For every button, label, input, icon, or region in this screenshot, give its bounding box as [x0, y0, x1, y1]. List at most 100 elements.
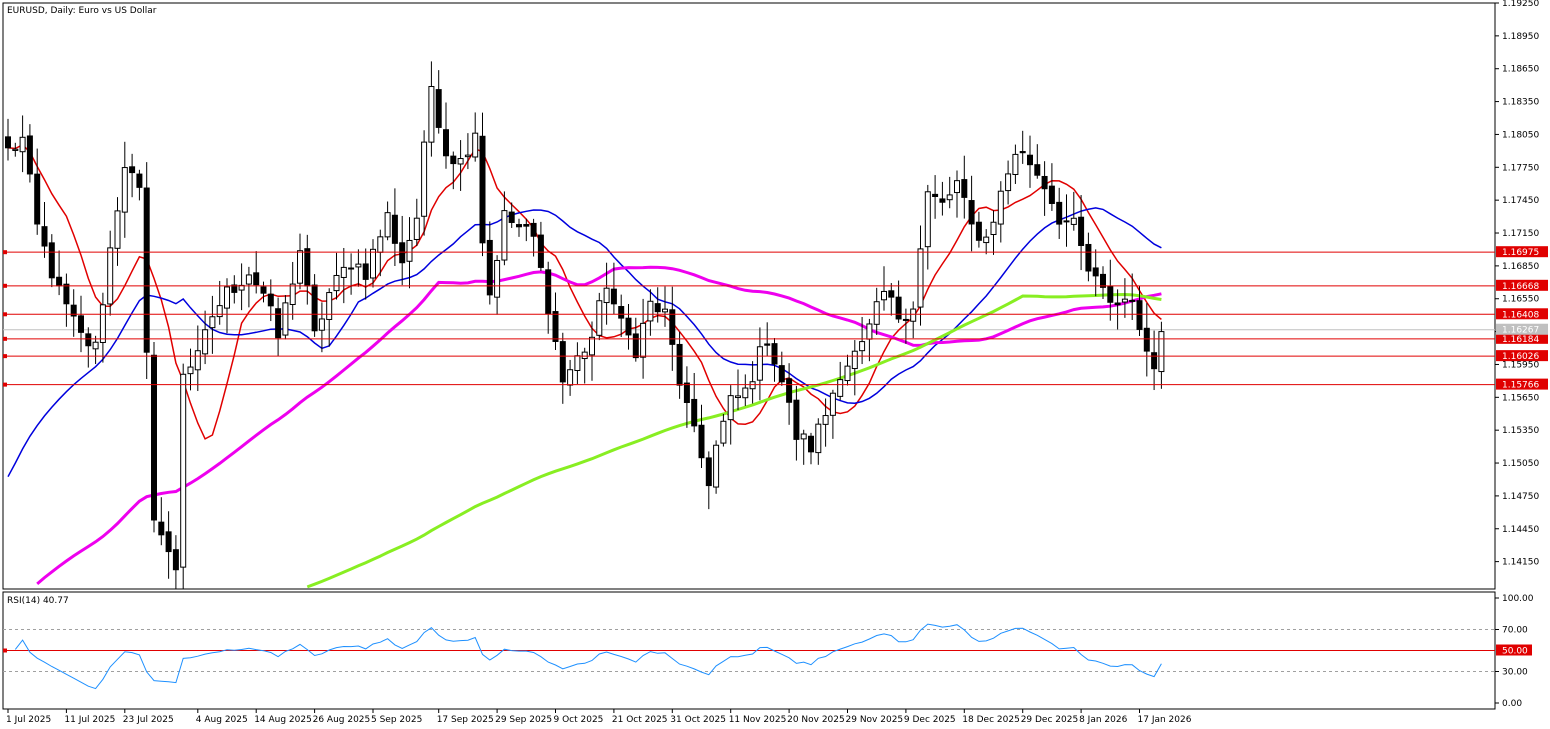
candle-body-down: [610, 288, 617, 305]
candle-body-up: [567, 369, 574, 386]
candle-body-down: [267, 293, 274, 307]
candle-body-up: [910, 308, 917, 322]
candle-body-up: [822, 415, 829, 425]
candle-body-down: [275, 308, 282, 339]
y-tick-label: 1.18950: [1502, 32, 1539, 42]
candle-body-down: [486, 239, 493, 296]
candle-body-up: [245, 274, 252, 285]
candle-body-up: [851, 350, 858, 370]
candle-body-down: [698, 424, 705, 459]
candle-body-up: [574, 355, 581, 371]
candle-body-up: [983, 236, 990, 244]
candle-body-up: [282, 302, 289, 336]
chart-window: 1.16975 1.16668 1.16408 1.16184 1.16026 1.157…: [0, 0, 1550, 729]
candle-body-up: [844, 365, 851, 382]
candle-body-up: [472, 132, 479, 158]
candle-body-down: [311, 284, 318, 332]
candle-body-up: [881, 290, 887, 301]
candle-body-down: [1151, 352, 1158, 370]
candle-body-down: [85, 333, 92, 347]
candle-body-down: [34, 173, 41, 225]
candle-body-down: [1027, 154, 1033, 166]
candle-body-down: [559, 341, 566, 383]
rsi-y-tick-label: 70.00: [1502, 626, 1528, 636]
candle-body-up: [209, 316, 216, 329]
candle-body-down: [545, 269, 552, 315]
y-tick-label: 1.14150: [1502, 558, 1539, 568]
candle-body-down: [158, 521, 165, 536]
x-tick-label: 5 Sep 2025: [371, 715, 422, 725]
candle-body-up: [1158, 331, 1165, 373]
candle-body-down: [523, 224, 530, 227]
candle-body-up: [829, 392, 836, 416]
candle-body-up: [377, 236, 384, 253]
candle-body-down: [895, 296, 902, 320]
rsi-y-tick-label: 0.00: [1502, 699, 1522, 709]
candle-body-down: [129, 166, 136, 174]
candle-body-down: [516, 224, 522, 228]
candle-body-up: [742, 387, 749, 399]
candle-body-up: [114, 210, 121, 249]
candle-body-up: [297, 250, 303, 284]
x-tick-label: 18 Dec 2025: [962, 715, 1020, 725]
candle-body-up: [318, 318, 325, 331]
candle-body-down: [41, 226, 48, 247]
candle-body-down: [391, 214, 398, 244]
rsi-level-label: 50.00: [1502, 647, 1528, 657]
candle-body-up: [421, 141, 428, 217]
x-tick-label: 14 Aug 2025: [254, 715, 312, 725]
candle-body-up: [370, 248, 376, 279]
y-tick-label: 1.15650: [1502, 393, 1539, 403]
eurusd-daily-chart[interactable]: 1.169751.166681.164081.161841.160261.157…: [0, 0, 1550, 729]
level-price-label: 1.16975: [1502, 248, 1539, 258]
candle: [151, 341, 157, 533]
candle-body-up: [180, 373, 187, 568]
candle-body-up: [428, 86, 435, 143]
candle-body-down: [450, 155, 457, 165]
level-anchor-marker[interactable]: [3, 250, 7, 255]
candle-body-down: [1085, 243, 1092, 272]
candle-body-up: [990, 221, 997, 236]
x-tick-label: 9 Oct 2025: [554, 715, 604, 725]
x-tick-label: 29 Sep 2025: [495, 715, 552, 725]
candle-body-up: [924, 191, 931, 248]
candle-body-down: [78, 315, 84, 333]
y-tick-label: 1.18050: [1502, 130, 1539, 140]
candle-body-up: [202, 329, 209, 355]
candle-body-down: [56, 276, 63, 287]
candle-body-down: [172, 549, 179, 571]
candle-body-up: [581, 351, 588, 360]
candle-body-down: [530, 222, 537, 237]
candle-body-down: [683, 382, 690, 403]
candle-body-down: [961, 179, 968, 198]
candle-body-down: [399, 242, 406, 264]
level-anchor-marker[interactable]: [3, 312, 7, 317]
candle-body-down: [1107, 285, 1114, 303]
level-anchor-marker[interactable]: [3, 382, 7, 387]
candle-body-up: [1005, 173, 1012, 192]
candle-body-down: [793, 399, 800, 440]
candle-body-down: [1019, 151, 1026, 154]
y-tick-label: 1.17450: [1502, 196, 1539, 206]
y-tick-label: 1.19250: [1502, 0, 1539, 9]
candle-body-down: [1048, 185, 1055, 204]
candle-body-down: [435, 89, 442, 128]
candle-body-up: [1070, 217, 1077, 225]
candle-body-down: [1056, 201, 1063, 225]
candle-body-down: [151, 354, 157, 521]
candle-body-down: [1114, 302, 1121, 306]
candle-body-up: [954, 180, 960, 194]
candle-body-down: [479, 135, 486, 244]
candle-body-down: [618, 306, 625, 319]
y-tick-label: 1.18350: [1502, 98, 1539, 108]
level-anchor-marker[interactable]: [3, 283, 7, 288]
candle-body-up: [12, 148, 19, 151]
candle-body-up: [326, 292, 333, 320]
level-anchor-marker[interactable]: [3, 336, 7, 341]
rsi-level-anchor[interactable]: [3, 648, 7, 653]
rsi-y-tick-label: 30.00: [1502, 668, 1528, 678]
level-anchor-marker[interactable]: [3, 354, 7, 359]
candle-body-down: [632, 333, 639, 359]
candle-body-up: [589, 336, 595, 356]
candle-body-down: [304, 248, 311, 287]
